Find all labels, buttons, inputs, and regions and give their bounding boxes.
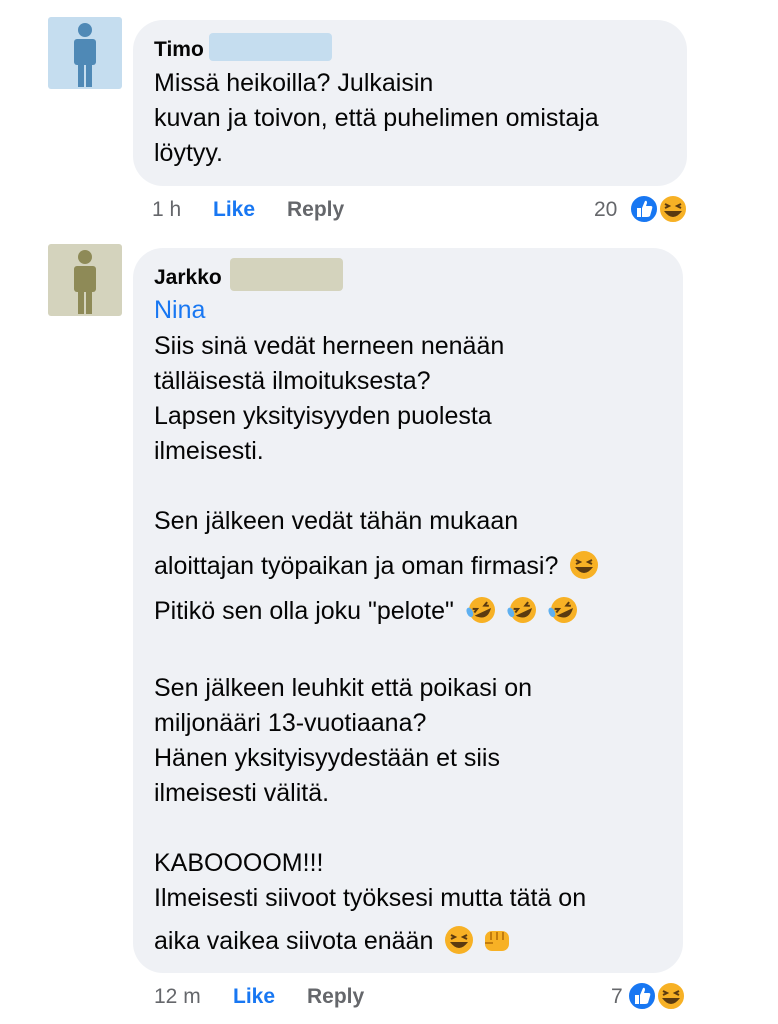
- person-icon: [74, 23, 96, 87]
- comment-timestamp[interactable]: 12 m: [154, 985, 201, 1009]
- like-icon: [627, 981, 657, 1011]
- reactions[interactable]: [628, 193, 690, 225]
- comment-bubble: Jarkko Nina Siis sinä vedät herneen nenä…: [133, 248, 683, 973]
- laughing-emoji-icon: [445, 926, 474, 954]
- like-icon: [629, 194, 659, 224]
- redacted-name-block: [230, 258, 343, 291]
- comment-line: Missä heikoilla? Julkaisin: [154, 69, 434, 97]
- comment-line: ilmeisesti.: [154, 437, 264, 465]
- laugh-emoji: [658, 194, 688, 224]
- laughing-emoji-icon: [570, 551, 599, 579]
- comment-line: ilmeisesti välitä.: [154, 779, 330, 807]
- comment-line: Hänen yksityisyydestään et siis: [154, 744, 500, 772]
- comment-line: Ilmeisesti siivoot työksesi mutta tätä o…: [154, 884, 587, 912]
- reply-button[interactable]: Reply: [287, 198, 344, 222]
- comment-bubble: Timo Missä heikoilla? Julkaisin kuvan ja…: [133, 20, 687, 186]
- reaction-count[interactable]: 7: [611, 985, 623, 1009]
- rofl-emoji-icon: [466, 597, 495, 623]
- fist-bump-emoji-icon: [485, 931, 510, 951]
- reaction-count[interactable]: 20: [594, 198, 617, 222]
- reply-button[interactable]: Reply: [307, 985, 364, 1009]
- avatar[interactable]: [48, 17, 122, 89]
- rofl-emoji-icon: [548, 597, 577, 623]
- comment-line: kuvan ja toivon, että puhelimen omistaja: [154, 104, 599, 132]
- laugh-emoji: [656, 981, 686, 1011]
- reactions[interactable]: [626, 980, 688, 1012]
- comment-timestamp[interactable]: 1 h: [152, 198, 181, 222]
- comment-line: Sen jälkeen vedät tähän mukaan: [154, 507, 519, 535]
- comment-line: aloittajan työpaikan ja oman firmasi?: [154, 548, 599, 584]
- comment-line: aika vaikea siivota enään: [154, 923, 513, 959]
- comment-line: miljonääri 13-vuotiaana?: [154, 709, 427, 737]
- comment-author[interactable]: Jarkko: [154, 266, 222, 290]
- like-button[interactable]: Like: [213, 198, 255, 222]
- rofl-emoji-icon: [507, 597, 536, 623]
- comment-line: Lapsen yksityisyyden puolesta: [154, 402, 492, 430]
- redacted-name-block: [209, 33, 332, 61]
- like-button[interactable]: Like: [233, 985, 275, 1009]
- comment-line: KABOOOOM!!!: [154, 849, 324, 877]
- avatar[interactable]: [48, 244, 122, 316]
- comment-line: Pitikö sen olla joku "pelote": [154, 593, 581, 629]
- comment-line-text: Pitikö sen olla joku "pelote": [154, 597, 454, 625]
- comment-line: Sen jälkeen leuhkit että poikasi on: [154, 674, 533, 702]
- comment-line: Siis sinä vedät herneen nenään: [154, 332, 505, 360]
- comment-author[interactable]: Timo: [154, 38, 204, 62]
- comment-line-text: aloittajan työpaikan ja oman firmasi?: [154, 552, 559, 580]
- mention-link[interactable]: Nina: [154, 296, 205, 325]
- comment-line: löytyy.: [154, 139, 223, 167]
- comment-line: tälläisestä ilmoituksesta?: [154, 367, 431, 395]
- comment-line-text: aika vaikea siivota enään: [154, 927, 434, 955]
- person-icon: [74, 250, 96, 314]
